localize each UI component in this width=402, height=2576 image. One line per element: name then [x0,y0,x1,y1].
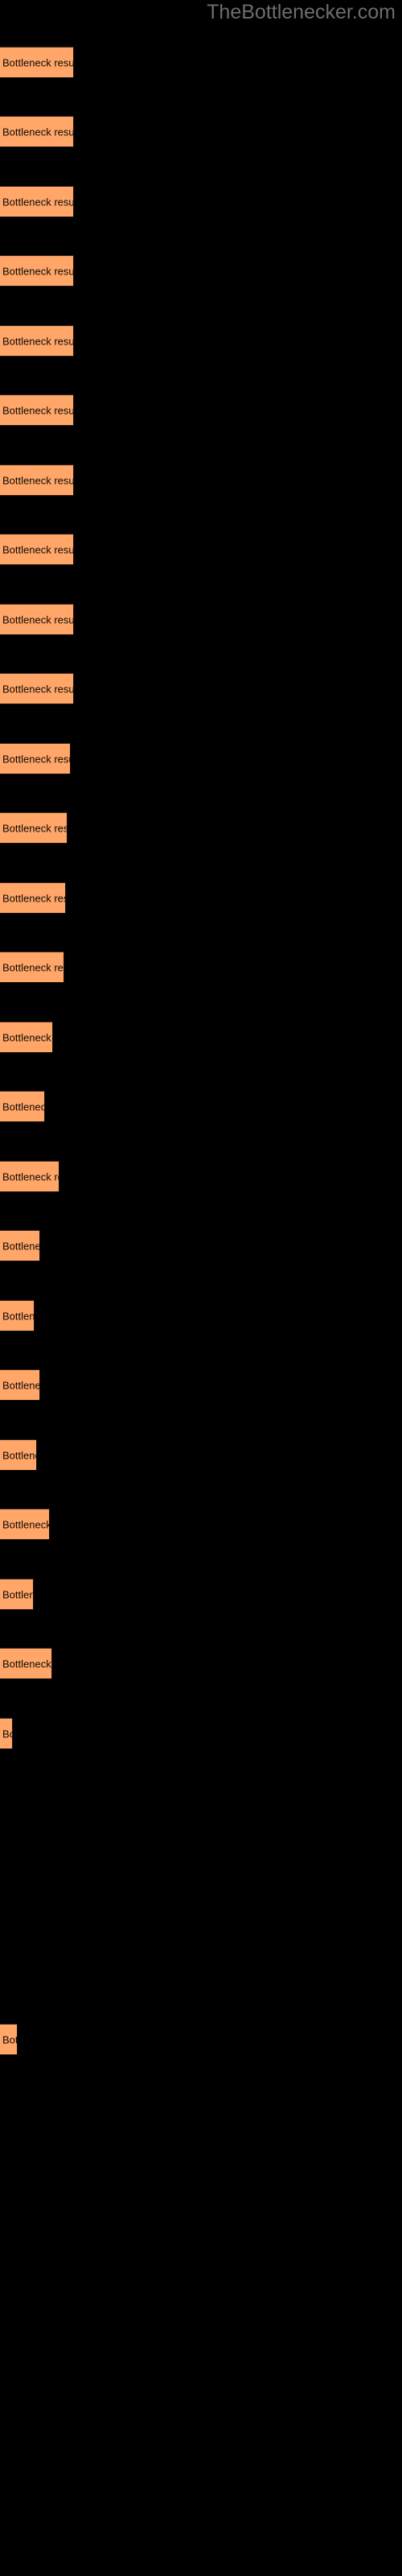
bar-row: Bottleneck result [0,743,71,774]
bar-row: Bottleneck result [0,116,74,147]
bar-label: Bottleneck result [2,1240,40,1252]
bar[interactable]: Bottleneck result [0,1369,40,1401]
bar[interactable]: Bottleneck result [0,882,66,914]
bar-label: Bottleneck result [2,56,74,68]
bar[interactable]: Bottleneck result [0,604,74,635]
bar[interactable]: Bottleneck result [0,1230,40,1261]
bar[interactable]: Bottleneck result [0,743,71,774]
bar-label: Bottleneck result [2,1657,51,1670]
bar[interactable]: Bottleneck result [0,1718,13,1749]
bar[interactable]: Bottleneck result [0,1300,35,1331]
bar-row: Bottleneck result [0,1091,45,1122]
bar-row: Bottleneck result [0,1648,52,1679]
bar-label: Bottleneck result [2,265,74,277]
bar-label: Bottleneck result [2,543,74,555]
bar-row: Bottleneck result [0,394,74,426]
bar-row: Bottleneck result [0,882,66,914]
bar-row: Bottleneck result [0,1509,50,1540]
bar-row: Bottleneck result [0,186,74,217]
bar[interactable]: Bottleneck result [0,1439,37,1471]
bar-label: Bottleneck result [2,961,64,973]
bar[interactable]: Bottleneck result [0,394,74,426]
bottleneck-bar-chart: TheBottlenecker.com Bottleneck result Bot… [0,0,402,2576]
bar[interactable]: Bottleneck result [0,1509,50,1540]
bar[interactable]: Bottleneck result [0,1648,52,1679]
site-title: TheBottlenecker.com [207,1,396,23]
bar-label: Bottleneck result [2,1310,35,1322]
bar-label: Bottleneck result [2,683,74,695]
bar-row: Bottleneck result [0,1439,37,1471]
bar-label: Bottleneck result [2,1449,36,1461]
bar[interactable]: Bottleneck result [0,325,74,357]
bar-label: Bottleneck result [2,1728,12,1740]
bar-row: Bottleneck result [0,325,74,357]
bar-label: Bottleneck result [2,753,70,765]
bar-label: Bottleneck result [2,822,68,834]
bar-row: Bottleneck result [0,1161,59,1192]
bar-row: Bottleneck result [0,534,74,565]
bar-label: Bottleneck result [2,1588,33,1600]
bar-label: Bottleneck result [2,892,65,904]
bar-label: Bottleneck result [2,196,74,208]
bar-row: Bottleneck result [0,673,74,704]
bar[interactable]: Bottleneck result [0,1161,59,1192]
bar-row: Bottleneck result [0,1230,40,1261]
bar-row: Bottleneck result [0,464,74,496]
bar-label: Bottleneck result [2,613,74,625]
bar[interactable]: Bottleneck result [0,534,74,565]
bar-label: Bottleneck result [2,2033,17,2046]
bar[interactable]: Bottleneck result [0,952,64,983]
bar-label: Bottleneck result [2,474,74,486]
bar-row: Bottleneck result [0,1579,34,1610]
bar-row: Bottleneck result [0,812,68,844]
bar-row: Bottleneck result [0,1718,13,1749]
bar-label: Bottleneck result [2,335,74,347]
bar[interactable]: Bottleneck result [0,812,68,844]
bar[interactable]: Bottleneck result [0,1022,53,1053]
bar[interactable]: Bottleneck result [0,673,74,704]
bar-row: Bottleneck result [0,47,74,78]
bar-label: Bottleneck result [2,126,74,138]
bar[interactable]: Bottleneck result [0,2024,18,2055]
bar-row: Bottleneck result [0,1369,40,1401]
bar-row: Bottleneck result [0,1300,35,1331]
bar-label: Bottleneck result [2,1518,50,1530]
bar-label: Bottleneck result [2,1031,52,1043]
bar-row: Bottleneck result [0,604,74,635]
bar[interactable]: Bottleneck result [0,1579,34,1610]
bar[interactable]: Bottleneck result [0,47,74,78]
bar[interactable]: Bottleneck result [0,186,74,217]
bar-label: Bottleneck result [2,1100,44,1113]
bar-row: Bottleneck result [0,2024,18,2055]
bar-label: Bottleneck result [2,1170,59,1183]
bar[interactable]: Bottleneck result [0,116,74,147]
bar-label: Bottleneck result [2,1379,40,1391]
bar-row: Bottleneck result [0,255,74,287]
bar-row: Bottleneck result [0,952,64,983]
bar[interactable]: Bottleneck result [0,464,74,496]
bar-row: Bottleneck result [0,1022,53,1053]
bar[interactable]: Bottleneck result [0,1091,45,1122]
bar-label: Bottleneck result [2,404,74,416]
bar[interactable]: Bottleneck result [0,255,74,287]
